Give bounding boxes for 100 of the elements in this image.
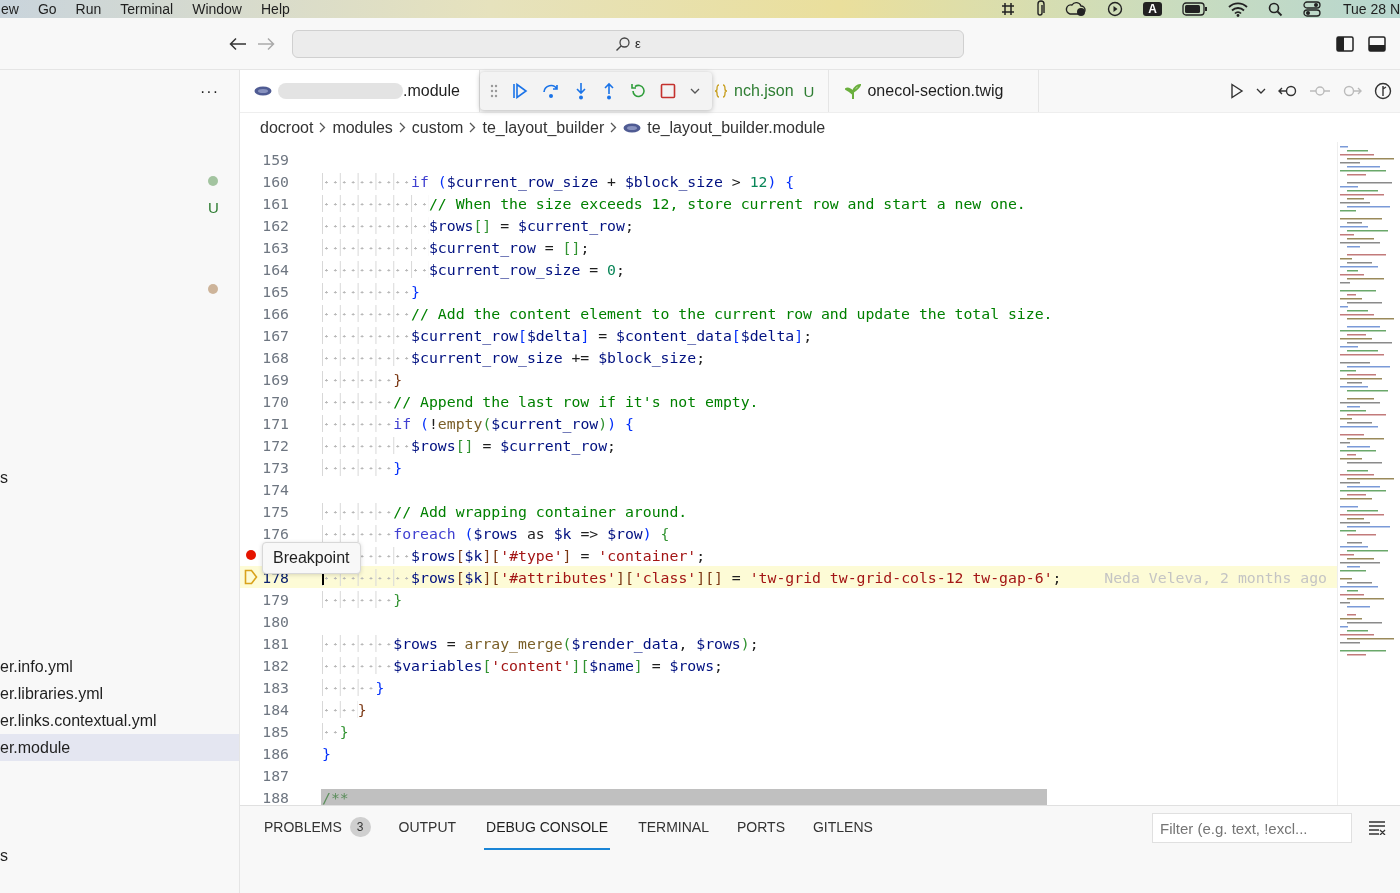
code-line: } [322,744,331,762]
drag-handle-icon[interactable] [490,84,498,98]
line-number: 187 [262,766,289,784]
command-center-search[interactable]: ε [292,29,964,58]
step-into-icon[interactable] [574,82,588,100]
continue-icon[interactable] [512,83,528,99]
line-number: 184 [262,700,289,718]
file-tree-item[interactable]: er.module [0,734,239,761]
code-line: // Add the content element to the current row and update the total size. [322,304,1053,322]
line-number: 181 [262,634,289,652]
line-number: 169 [262,370,289,388]
editor-tab[interactable]: .module [240,70,480,112]
code-line: $current_row_size += $block_size; [322,348,706,366]
search-icon[interactable] [1267,1,1283,17]
line-number: 188 [262,788,289,805]
panel-tab[interactable]: OUTPUT [398,806,481,850]
line-number: 183 [262,678,289,696]
more-actions-button[interactable]: ··· [200,82,219,101]
play-icon[interactable] [1230,83,1244,99]
editor-tab[interactable]: onecol-section.twig [829,70,1039,112]
editor-tab[interactable]: nch.json U [712,70,830,112]
code-line: } [322,590,403,608]
cloud-icon[interactable] [1065,1,1088,17]
breadcrumb-item[interactable]: te_layout_builder [482,118,605,137]
line-number: 162 [262,216,289,234]
line-number: 168 [262,348,289,366]
restart-icon[interactable] [630,83,646,99]
menu-item[interactable]: Terminal [113,1,186,17]
line-number: 161 [262,194,289,212]
git-status-letter: U [208,199,219,216]
caret-icon[interactable] [690,88,700,94]
clear-console-icon[interactable] [1368,821,1386,835]
line-number: 173 [262,458,289,476]
chevron-icon [610,122,618,133]
step-out-icon[interactable] [602,82,616,100]
panel-tab[interactable]: PORTS [737,806,809,850]
chevron-icon [469,122,477,133]
line-number: 176 [262,524,289,542]
code-line: } [322,458,403,476]
line-number: 180 [262,612,289,630]
panel-layout-icon[interactable] [1368,35,1386,52]
panel-tab[interactable]: GITLENS [813,806,897,850]
menu-item[interactable]: ew [0,1,31,17]
tooltip: Breakpoint [262,542,361,574]
file-tree-item[interactable]: er.libraries.yml [0,680,239,707]
code-line: if (!empty($current_row)) { [322,414,634,432]
battery-icon[interactable] [1181,2,1208,16]
line-number: 163 [262,238,289,256]
breadcrumb-item[interactable]: docroot [260,118,314,137]
hash-icon[interactable] [1001,1,1016,17]
stop-icon[interactable] [660,83,676,99]
line-number: 186 [262,744,289,762]
code-line: // Add wrapping container around. [322,502,688,520]
code-line: $variables['content'][$name] = $rows; [322,656,723,674]
menu-item[interactable]: Window [185,1,254,17]
input-source-indicator[interactable]: A [1143,2,1162,16]
code-line: } [322,282,420,300]
go-back-icon[interactable] [1278,84,1298,98]
code-line: } [322,722,349,740]
paperclip-icon[interactable] [1035,0,1046,18]
menu-item[interactable]: Help [254,1,302,17]
menu-item[interactable]: Run [68,1,114,17]
line-number: 179 [262,590,289,608]
debug-pointer-icon [244,569,258,585]
code-line: $rows = array_merge($render_data, $rows); [322,634,759,652]
line-number: 171 [262,414,289,432]
breadcrumb-item[interactable]: modules [332,118,393,137]
play-circle-icon[interactable] [1107,1,1124,17]
caret-icon[interactable] [1256,88,1266,94]
code-line: if ($current_row_size + $block_size > 12) { [322,172,795,190]
panel-tab[interactable]: DEBUG CONSOLE [484,806,611,850]
line-number: 185 [262,722,289,740]
leaf-icon [845,82,862,100]
file-tree-item[interactable]: s [0,464,239,491]
panel-tab[interactable]: PROBLEMS 3 [264,806,395,850]
breadcrumb-item[interactable]: te_layout_builder.module [647,118,826,137]
code-line: } [322,370,403,388]
line-number: 170 [262,392,289,410]
menu-item[interactable]: Go [30,1,69,17]
line-number: 167 [262,326,289,344]
panel-tab[interactable]: TERMINAL [638,806,733,850]
file-tree-item[interactable]: s [0,842,239,869]
toggle-icon[interactable] [1302,1,1321,17]
sidebar-layout-icon[interactable] [1336,35,1354,52]
line-number: 175 [262,502,289,520]
code-line: $current_row[$delta] = $content_data[$delta]; [322,326,813,344]
step-over-icon[interactable] [542,83,560,99]
clock-text: Tue 28 N [1342,1,1400,17]
code-line: // Append the last row if it's not empty. [322,392,759,410]
breakpoint-dot[interactable] [246,550,256,560]
horizontal-scrollbar[interactable] [321,789,1047,805]
breadcrumb-item[interactable]: custom [411,118,464,137]
line-number: 166 [262,304,289,322]
line-number: 174 [262,480,289,498]
back-arrow-icon[interactable] [229,36,247,51]
file-tree-item[interactable]: er.links.contextual.yml [0,707,239,734]
file-tree-item[interactable]: er.info.yml [0,653,239,680]
wifi-icon[interactable] [1227,1,1248,17]
line-number: 164 [262,260,289,278]
filter-field[interactable]: Filter (e.g. text, !excl... [1152,813,1352,843]
